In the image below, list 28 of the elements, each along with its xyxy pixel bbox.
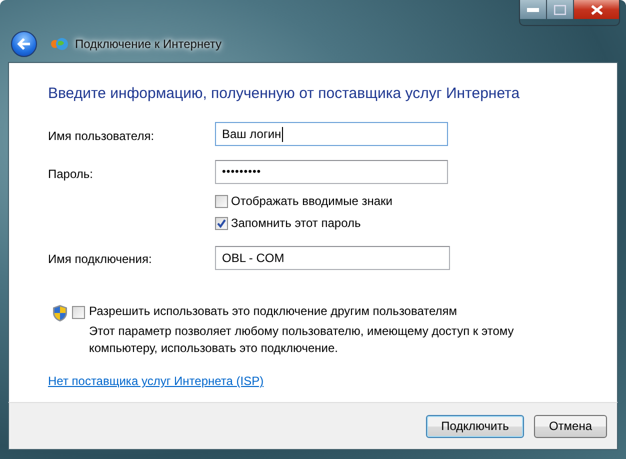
- dialog-button[interactable]: Подключить: [426, 414, 524, 438]
- shield-icon: [52, 304, 68, 322]
- input-field[interactable]: Ваш логин: [215, 122, 448, 146]
- maximize-button[interactable]: [547, 0, 574, 19]
- minimize-button[interactable]: [520, 0, 547, 19]
- description-text: Этот параметр позволяет любому пользователю, имеющему доступ к этому компьютеру, использовать это подключение.: [89, 323, 515, 357]
- input-field[interactable]: •••••••••: [215, 160, 448, 184]
- checkbox-label: Отображать вводимые знаки: [231, 194, 392, 208]
- field-label: Имя подключения:: [48, 251, 153, 266]
- close-button[interactable]: [574, 0, 619, 19]
- dialog-button[interactable]: Отмена: [534, 414, 607, 438]
- field-label: Имя пользователя:: [48, 128, 156, 143]
- isp-link[interactable]: Нет поставщика услуг Интернета (ISP): [48, 374, 264, 388]
- checkbox-label: Запомнить этот пароль: [231, 216, 361, 230]
- back-button[interactable]: [11, 31, 37, 57]
- page-heading: Введите информацию, полученную от поставщика услуг Интернета: [48, 85, 521, 102]
- back-arrow-icon: [17, 38, 31, 50]
- globe-network-icon: [50, 36, 68, 52]
- checkbox[interactable]: [72, 306, 85, 319]
- close-icon: [590, 4, 602, 14]
- maximize-icon: [554, 4, 566, 14]
- checkbox[interactable]: [215, 216, 228, 230]
- minimize-icon: [527, 8, 539, 12]
- field-label: Пароль:: [48, 166, 94, 181]
- input-field[interactable]: OBL - COM: [215, 246, 450, 270]
- checkbox[interactable]: [215, 194, 228, 208]
- checkbox-label: Разрешить использовать это подключение другим пользователям: [89, 304, 458, 318]
- window-title: Подключение к Интернету: [75, 37, 222, 51]
